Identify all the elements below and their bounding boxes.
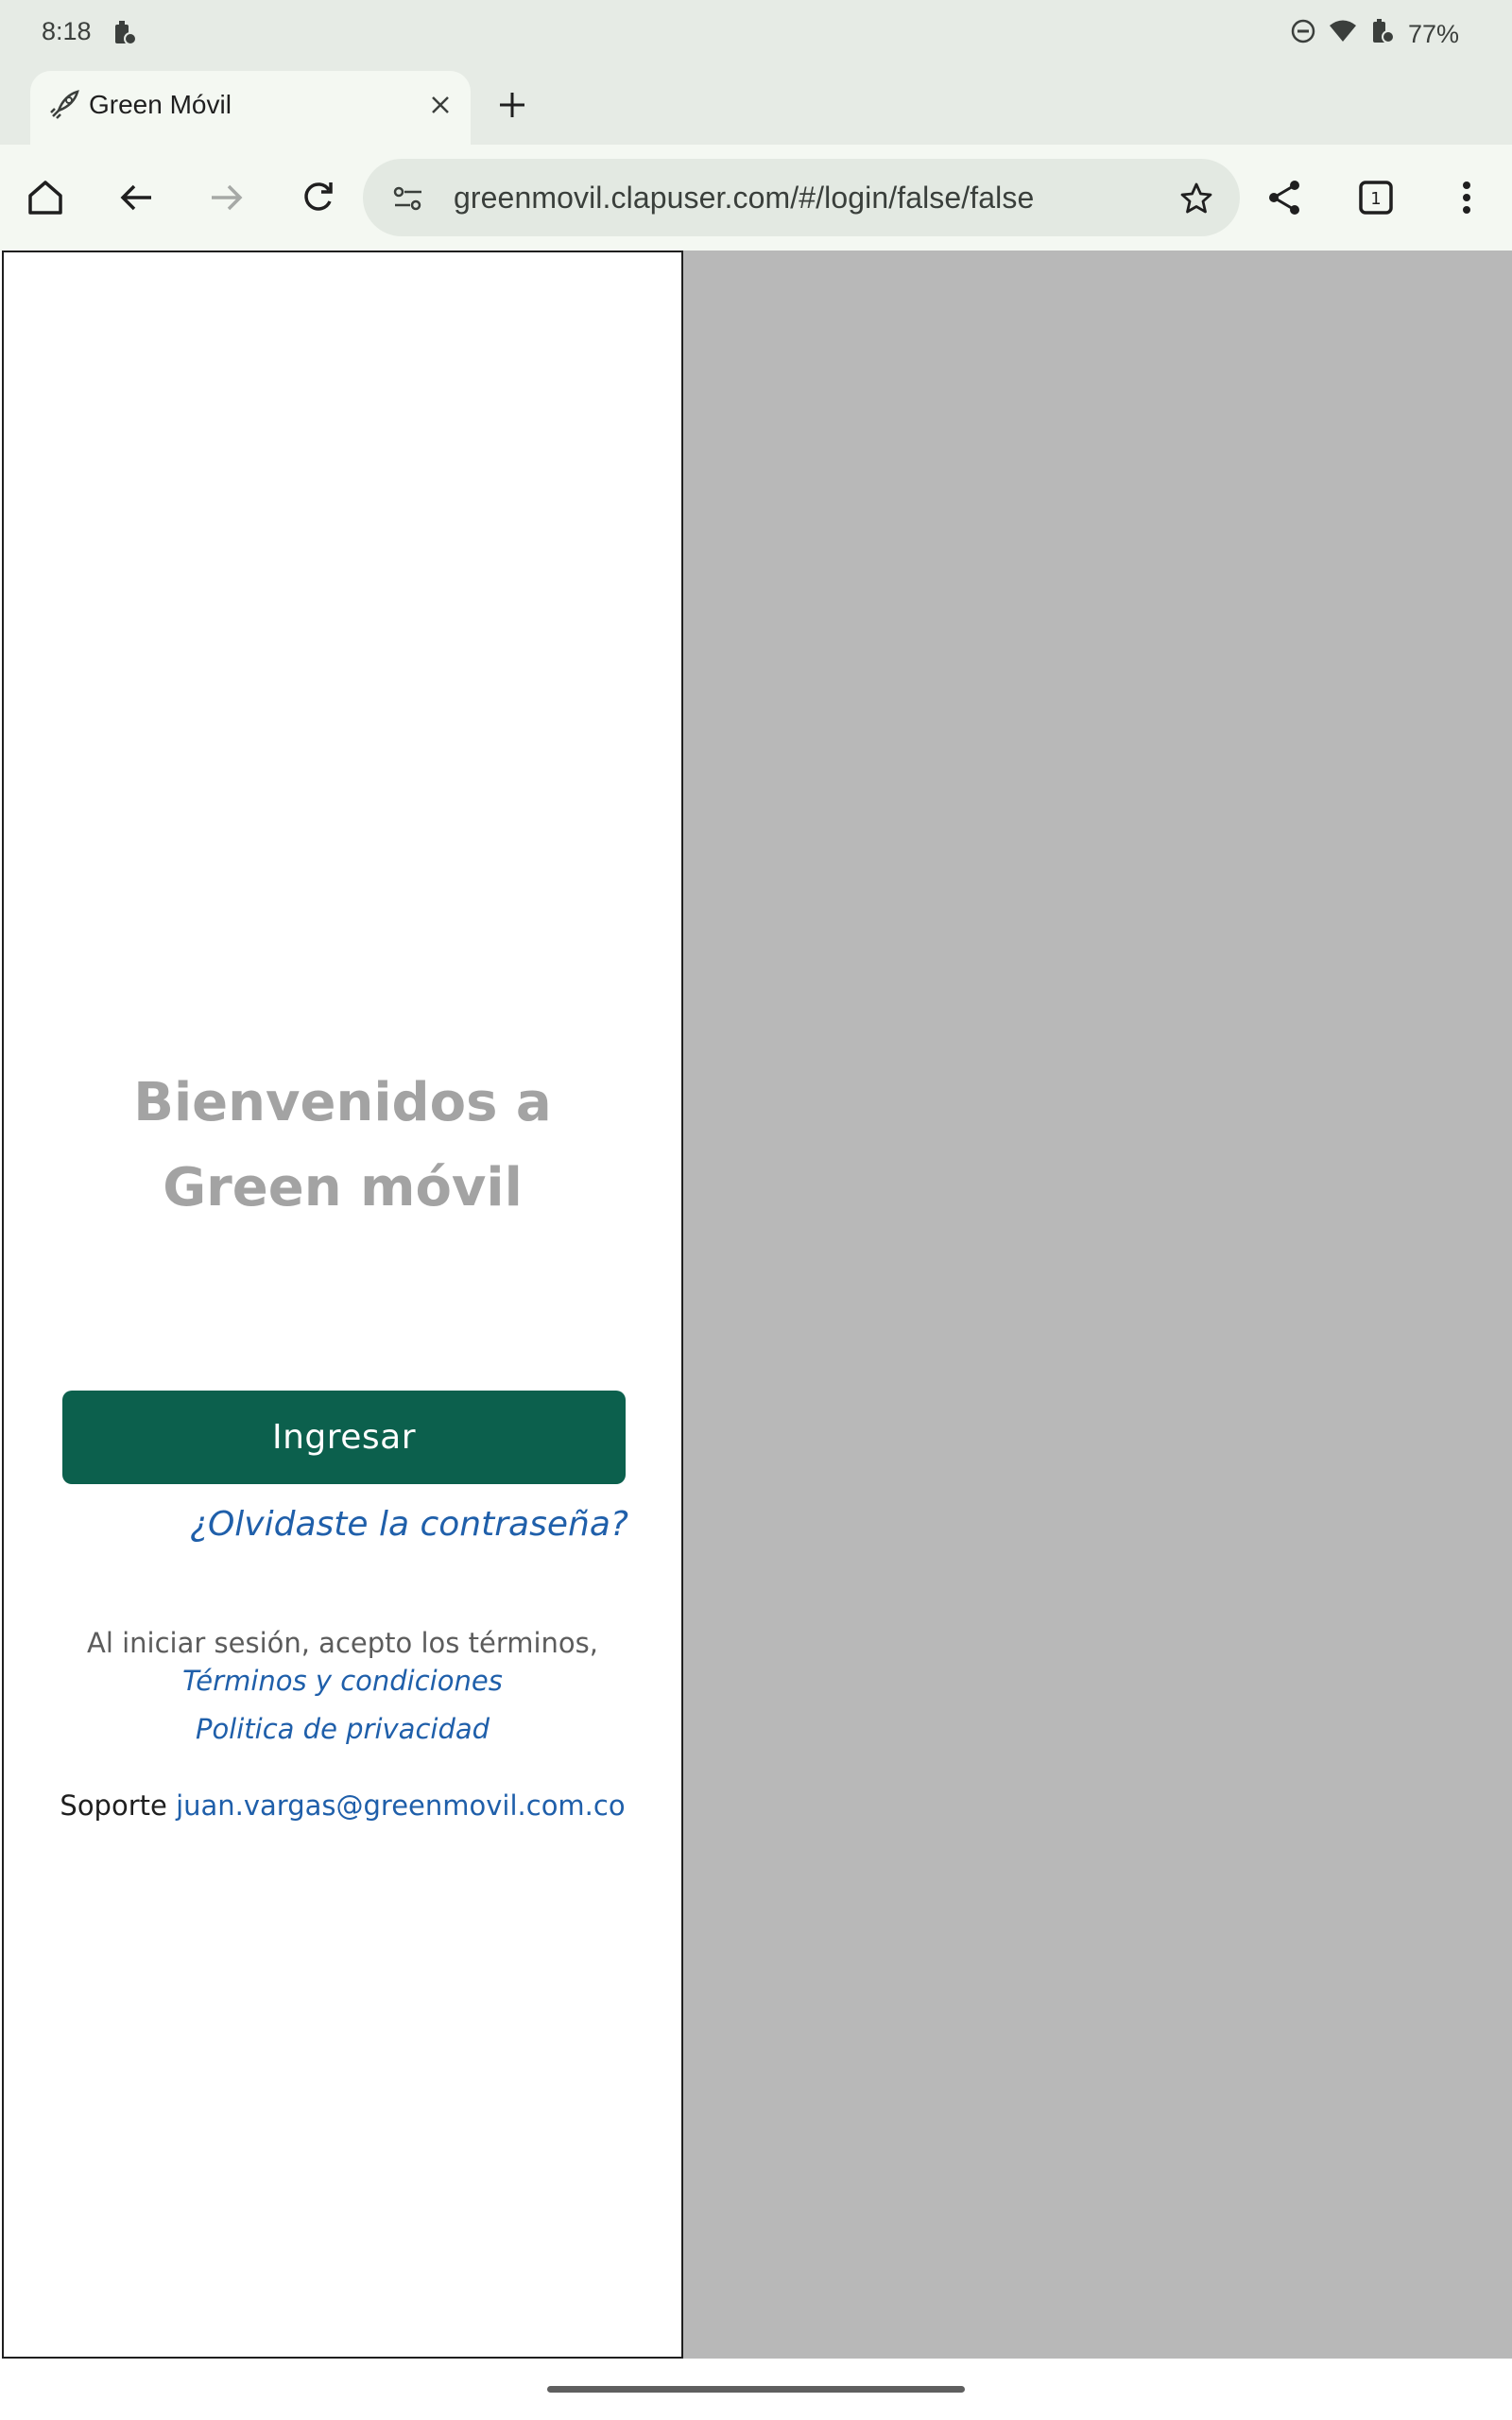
close-icon[interactable] [423,88,457,127]
url-text[interactable]: greenmovil.clapuser.com/#/login/false/fa… [454,181,1034,216]
share-icon[interactable] [1259,171,1312,224]
tab-strip: Green Móvil [0,69,1512,145]
tab-count: 1 [1370,189,1381,209]
reload-icon[interactable] [291,171,344,224]
do-not-disturb-icon [1291,19,1315,50]
status-bar: 8:18 77% [0,0,1512,69]
browser-toolbar: greenmovil.clapuser.com/#/login/false/fa… [0,145,1512,252]
back-arrow-icon[interactable] [110,171,163,224]
welcome-line-1: Bienvenidos a [133,1072,552,1133]
privacy-link[interactable]: Politica de privacidad [4,1713,681,1745]
site-settings-icon[interactable] [389,180,427,222]
tab-switcher-icon[interactable]: 1 [1349,171,1402,224]
notification-lock-icon [112,19,138,52]
support-label: Soporte [60,1789,167,1822]
side-background [683,251,1512,2359]
forward-arrow-icon[interactable] [200,171,253,224]
login-button[interactable]: Ingresar [62,1391,626,1484]
welcome-line-2: Green móvil [163,1157,523,1219]
support-email-link[interactable]: juan.vargas@greenmovil.com.co [176,1789,626,1822]
tab-title: Green Móvil [89,90,232,119]
page-viewport: Bienvenidos a Green móvil Ingresar ¿Olvi… [0,251,1512,2359]
new-tab-icon[interactable] [493,86,531,129]
rocket-icon [47,88,81,127]
home-icon[interactable] [19,171,72,224]
terms-link[interactable]: Términos y condiciones [4,1665,681,1697]
welcome-title: Bienvenidos a Green móvil [4,1061,681,1231]
forgot-password-link[interactable]: ¿Olvidaste la contraseña? [4,1505,628,1544]
address-bar[interactable]: greenmovil.clapuser.com/#/login/false/fa… [363,159,1240,236]
terms-notice: Al iniciar sesión, acepto los términos, [86,1627,598,1659]
gesture-handle[interactable] [547,2386,965,2393]
wifi-icon [1329,19,1357,50]
support-line: Soporte juan.vargas@greenmovil.com.co [4,1789,681,1822]
login-panel: Bienvenidos a Green móvil Ingresar ¿Olvi… [2,251,683,2359]
bookmark-star-icon[interactable] [1177,180,1215,222]
more-menu-icon[interactable] [1440,171,1493,224]
status-time: 8:18 [42,17,92,45]
battery-percent: 77% [1407,20,1459,48]
battery-icon [1370,17,1395,52]
browser-tab[interactable]: Green Móvil [30,71,471,145]
navigation-bar [0,2359,1512,2420]
